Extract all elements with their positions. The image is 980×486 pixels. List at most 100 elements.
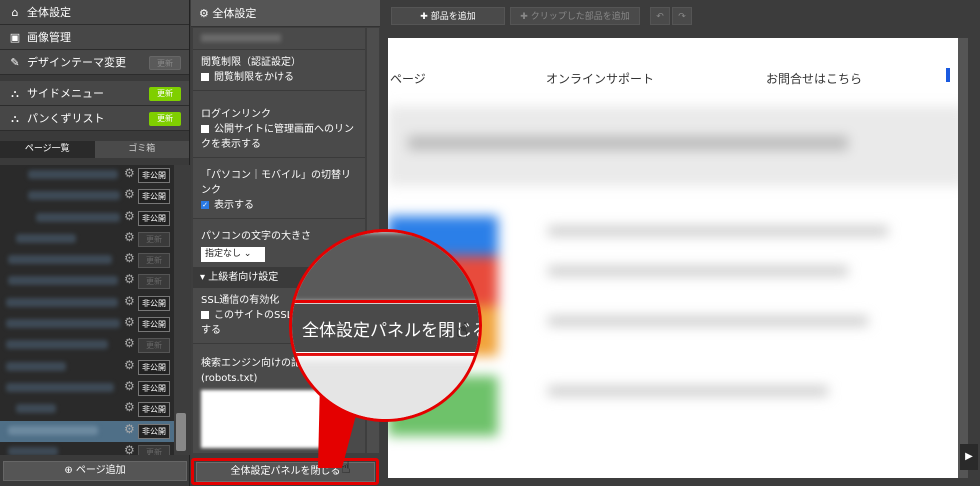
list-item[interactable]: ⚙ 更新 <box>0 250 190 271</box>
status-badge[interactable]: 非公開 <box>138 189 170 205</box>
add-part-button[interactable]: ✚ 部品を追加 <box>391 7 505 25</box>
redo-icon[interactable]: ↷ <box>672 7 692 25</box>
sidebar-item-general-settings[interactable]: ⌂ 全体設定 <box>0 0 189 25</box>
checkbox[interactable] <box>201 73 209 81</box>
status-badge[interactable]: 非公開 <box>138 295 170 311</box>
status-badge[interactable]: 更新 <box>138 274 170 290</box>
gear-icon[interactable]: ⚙ <box>124 358 135 372</box>
page-title-blurred <box>6 319 120 329</box>
page-list-scrollbar[interactable] <box>174 165 190 455</box>
gear-icon[interactable]: ⚙ <box>124 336 135 350</box>
page-title-blurred <box>8 446 58 455</box>
gear-icon[interactable]: ⚙ <box>124 209 135 223</box>
font-size-select[interactable]: 指定なし ⌄ <box>201 247 265 262</box>
page-title-blurred <box>28 170 118 179</box>
list-item[interactable]: ⚙ 非公開 <box>0 165 190 186</box>
gear-icon[interactable]: ⚙ <box>124 400 135 414</box>
status-badge[interactable]: 更新 <box>138 444 170 455</box>
gear-icon[interactable]: ⚙ <box>124 422 135 436</box>
gear-icon[interactable]: ⚙ <box>124 379 135 393</box>
list-item[interactable]: ⚙ 非公開 <box>0 186 190 207</box>
gear-icon[interactable]: ⚙ <box>124 272 135 286</box>
list-item[interactable]: ⚙ 非公開 <box>0 208 190 229</box>
status-badge[interactable]: 非公開 <box>138 423 170 439</box>
list-item[interactable]: ⚙ 非公開 <box>0 314 190 335</box>
list-item[interactable]: ⚙ 更新 <box>0 271 190 292</box>
list-item[interactable]: ⚙ 非公開 <box>0 293 190 314</box>
access-checkbox-row[interactable]: 閲覧制限をかける <box>201 70 357 85</box>
play-icon[interactable]: ▶ <box>960 444 978 470</box>
gear-icon[interactable]: ⚙ <box>124 443 135 455</box>
status-badge[interactable]: 非公開 <box>138 359 170 375</box>
zoom-label: 全体設定パネルを閉じる <box>302 321 482 341</box>
checkbox-label: 公開サイトに管理画面へのリンクを表示する <box>201 124 354 150</box>
zoom-highlight-top <box>292 300 479 303</box>
update-badge[interactable]: 更新 <box>149 56 181 70</box>
gear-icon[interactable]: ⚙ <box>124 230 135 244</box>
sidebar-item-design-theme[interactable]: ✎ デザインテーマ変更 更新 <box>0 50 189 75</box>
preview-nav-item[interactable]: お問合せはこちら <box>766 70 862 87</box>
undo-icon[interactable]: ↶ <box>650 7 670 25</box>
list-item[interactable]: ⚙ 更新 <box>0 335 190 356</box>
list-item[interactable]: ⚙ 更新 <box>0 229 190 250</box>
page-title-blurred <box>28 191 120 201</box>
gear-icon[interactable]: ⚙ <box>124 187 135 201</box>
page-title-blurred <box>8 255 112 265</box>
status-badge[interactable]: 非公開 <box>138 317 170 333</box>
sidebar-item-label: 全体設定 <box>27 6 71 19</box>
brush-icon: ✎ <box>10 56 20 69</box>
plus-icon: ⊕ <box>64 465 76 476</box>
checkbox-label: 表示する <box>214 200 254 211</box>
status-badge[interactable]: 非公開 <box>138 168 170 183</box>
page-tabs: ページ一覧 ゴミ箱 <box>0 141 189 158</box>
gear-icon[interactable]: ⚙ <box>124 166 135 180</box>
triangle-down-icon: ▾ <box>200 272 209 283</box>
sidebar-item-label: デザインテーマ変更 <box>27 56 126 69</box>
switch-checkbox-row[interactable]: ✓ 表示する <box>201 198 357 213</box>
sitemap-icon: ⛬ <box>11 112 19 125</box>
plus-icon: ✚ <box>420 12 431 22</box>
tab-trash[interactable]: ゴミ箱 <box>94 141 189 158</box>
preview-nav-marker <box>946 68 950 82</box>
hand-cursor-icon: ☝ <box>456 318 469 342</box>
status-badge[interactable]: 非公開 <box>138 380 170 396</box>
sidebar-item-side-menu[interactable]: ⛬ サイドメニュー 更新 <box>0 81 189 106</box>
scrollbar-thumb[interactable] <box>176 413 186 451</box>
page-title-blurred <box>16 233 76 243</box>
preview-nav-item[interactable]: オンラインサポート <box>546 70 654 87</box>
status-badge[interactable]: 更新 <box>138 338 170 354</box>
sidebar-item-label: パンくずリスト <box>27 112 105 125</box>
image-icon: ▣ <box>9 31 21 44</box>
list-item-selected[interactable]: ⚙ 非公開 <box>0 420 190 442</box>
gear-icon[interactable]: ⚙ <box>124 294 135 308</box>
checkbox[interactable] <box>201 311 209 319</box>
sidebar-item-image-management[interactable]: ▣ 画像管理 <box>0 25 189 50</box>
status-badge[interactable]: 非公開 <box>138 402 170 418</box>
tab-page-list[interactable]: ページ一覧 <box>0 141 95 158</box>
add-page-label: ページ追加 <box>75 465 126 476</box>
list-item[interactable]: ⚙ 非公開 <box>0 399 190 420</box>
sidebar-item-label: サイドメニュー <box>27 87 104 100</box>
update-badge[interactable]: 更新 <box>149 87 181 101</box>
status-badge[interactable]: 更新 <box>138 231 170 247</box>
checkbox-checked[interactable]: ✓ <box>201 201 209 209</box>
page-title-blurred <box>6 382 114 392</box>
add-clipped-part-button[interactable]: ✚ クリップした部品を追加 <box>510 7 640 25</box>
list-item[interactable]: ⚙ 更新 <box>0 442 190 455</box>
sidebar-item-breadcrumb[interactable]: ⛬ パンくずリスト 更新 <box>0 106 189 131</box>
status-badge[interactable]: 非公開 <box>138 210 170 226</box>
gear-icon[interactable]: ⚙ <box>124 315 135 329</box>
preview-scrollbar[interactable] <box>958 38 968 478</box>
checkbox[interactable] <box>201 125 209 133</box>
login-checkbox-row[interactable]: 公開サイトに管理画面へのリンクを表示する <box>201 122 357 152</box>
status-badge[interactable]: 更新 <box>138 253 170 269</box>
add-page-button[interactable]: ⊕ ページ追加 <box>3 461 187 481</box>
page-title-blurred <box>6 340 108 350</box>
update-badge[interactable]: 更新 <box>149 112 181 126</box>
sidebar-item-label: 画像管理 <box>27 31 71 44</box>
list-item[interactable]: ⚙ 非公開 <box>0 378 190 399</box>
preview-nav-item[interactable]: ページ <box>390 70 426 87</box>
gear-icon[interactable]: ⚙ <box>124 251 135 265</box>
list-item[interactable]: ⚙ 非公開 <box>0 357 190 378</box>
zoom-lower-area <box>292 360 479 419</box>
